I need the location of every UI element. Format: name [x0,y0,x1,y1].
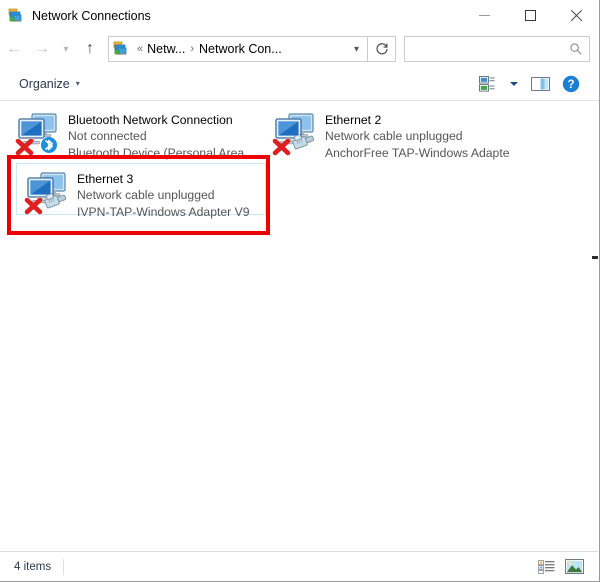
organize-button[interactable]: Organize ▾ [14,74,85,94]
address-network-connections-icon [113,41,129,57]
close-icon [570,9,583,22]
up-button[interactable]: ↑ [76,34,104,64]
connection-adapter: AnchorFree TAP-Windows Adapte... [325,146,509,160]
connection-item[interactable]: Ethernet 2 Network cable unplugged AnchorF… [265,105,515,160]
connection-name: Bluetooth Network Connection [68,113,233,127]
view-options-icon [479,75,497,92]
scrollbar-thumb[interactable] [592,256,598,259]
connection-item[interactable]: Bluetooth Network Connection Not connecte… [8,105,258,160]
large-icons-view-icon [565,559,584,574]
network-connections-window: Network Connections ← → ▾ ↑ « Netw... › … [0,0,600,582]
connection-text: Bluetooth Network Connection Not connecte… [68,109,252,162]
breadcrumb-item-network-connections[interactable]: Network Con... [199,42,282,56]
toolbar-right-group: ? [474,72,599,96]
window-controls [461,0,599,31]
back-button[interactable]: ← [0,34,28,64]
maximize-button[interactable] [507,0,553,31]
connection-item[interactable]: Ethernet 3 Network cable unplugged IVPN-TA… [16,163,266,219]
minimize-button[interactable] [461,0,507,31]
svg-text:?: ? [567,79,574,91]
connection-name: Ethernet 3 [77,172,134,186]
maximize-icon [524,10,536,21]
connection-status: Not connected [68,129,147,143]
status-bar: 4 items [0,551,598,581]
breadcrumb-overflow[interactable]: « [137,43,143,55]
search-box[interactable] [404,36,590,62]
view-options-button[interactable] [474,73,502,95]
status-divider [63,558,65,575]
view-toggle-group [536,557,598,576]
search-icon [569,42,583,56]
organize-label: Organize [19,76,70,91]
breadcrumb-item-network[interactable]: Netw... [147,42,185,56]
window-title: Network Connections [32,8,151,23]
forward-button[interactable]: → [28,34,56,64]
title-bar: Network Connections [0,0,599,31]
network-adapter-icon [271,109,319,157]
search-input[interactable] [411,42,569,56]
back-arrow-icon: ← [6,40,22,57]
breadcrumb-separator: › [190,43,195,55]
address-dropdown-icon[interactable]: ▾ [350,44,363,55]
connection-status: Network cable unplugged [77,188,215,202]
close-button[interactable] [553,0,599,31]
refresh-icon [375,42,389,56]
details-view-button[interactable] [536,558,557,576]
connection-text: Ethernet 2 Network cable unplugged AnchorF… [325,109,509,162]
up-arrow-icon: ↑ [86,40,94,57]
connection-adapter: IVPN-TAP-Windows Adapter V9 [77,205,250,219]
preview-pane-icon [531,76,550,92]
refresh-button[interactable] [368,36,396,62]
chevron-down-icon: ▾ [75,79,80,88]
chevron-down-icon [509,80,519,88]
navigation-bar: ← → ▾ ↑ « Netw... › Network Con... ▾ [0,31,599,67]
help-button[interactable]: ? [557,72,585,96]
recent-locations-button[interactable]: ▾ [56,34,76,64]
view-options-dropdown-button[interactable] [504,77,524,91]
connections-content-area: Bluetooth Network Connection Not connecte… [0,101,598,551]
preview-pane-button[interactable] [526,73,555,95]
minimize-icon [478,15,490,16]
help-icon: ? [562,75,580,93]
forward-arrow-icon: → [34,40,50,57]
network-adapter-icon [14,109,62,157]
connection-status: Network cable unplugged [325,129,463,143]
details-view-icon [538,559,555,574]
connection-name: Ethernet 2 [325,113,382,127]
connection-text: Ethernet 3 Network cable unplugged IVPN-TA… [77,168,250,221]
address-bar[interactable]: « Netw... › Network Con... ▾ [108,36,368,62]
network-connections-icon [8,8,24,24]
item-count-label: 4 items [14,560,52,573]
network-adapter-icon [23,168,71,216]
chevron-down-icon: ▾ [63,43,69,55]
large-icons-view-button[interactable] [563,557,586,576]
connection-adapter: Bluetooth Device (Personal Area ... [68,146,252,160]
command-toolbar: Organize ▾ ? [0,67,599,101]
